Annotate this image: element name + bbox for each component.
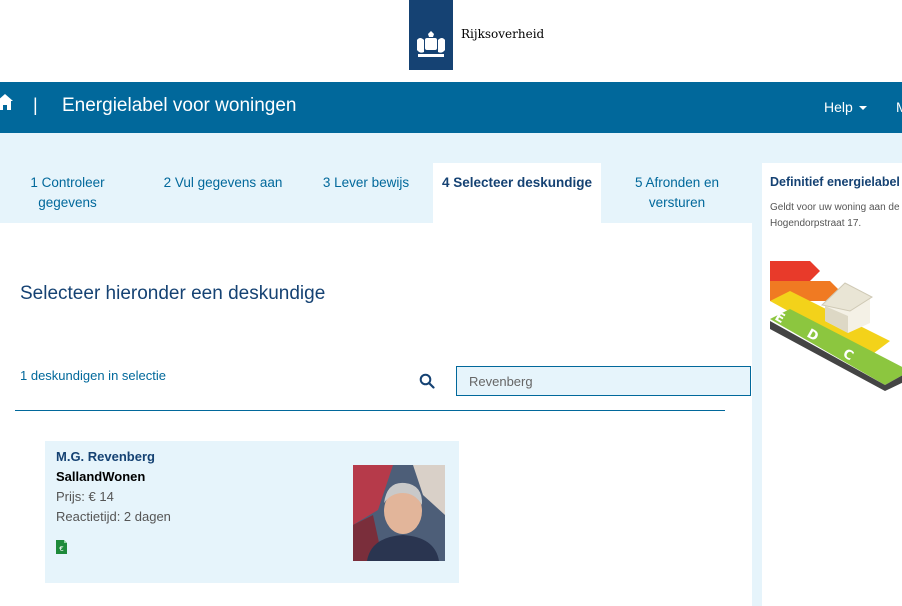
logo-text: Rijksoverheid	[461, 27, 545, 41]
expert-company: SallandWonen	[56, 469, 146, 484]
expert-photo	[353, 465, 445, 561]
search-icon[interactable]	[419, 373, 435, 389]
chevron-down-icon	[858, 106, 867, 111]
expert-price: Prijs: € 14	[56, 489, 114, 504]
result-count: 1 deskundigen in selectie	[20, 368, 166, 383]
coat-of-arms-icon	[417, 31, 445, 57]
divider	[15, 410, 725, 411]
step-selecteer-deskundige[interactable]: 4 Selecteer deskundige	[433, 163, 601, 223]
step-vul-gegevens[interactable]: 2 Vul gegevens aan	[148, 163, 298, 223]
sidebar-text-line-2: Hogendorpstraat 17.	[770, 218, 862, 229]
svg-text:€: €	[59, 545, 63, 553]
top-logo-bar: Rijksoverheid	[0, 0, 902, 82]
step-tabs: 1 Controleer gegevens 2 Vul gegevens aan…	[0, 163, 752, 223]
expert-reaction-time: Reactietijd: 2 dagen	[56, 509, 171, 524]
step-afronden[interactable]: 5 Afronden en versturen	[615, 163, 739, 223]
rijksoverheid-logo[interactable]	[409, 0, 453, 70]
site-header: | Energielabel voor woningen Help M	[0, 82, 902, 133]
header-separator: |	[33, 95, 38, 115]
home-icon[interactable]	[0, 92, 13, 112]
step-lever-bewijs[interactable]: 3 Lever bewijs	[310, 163, 422, 223]
spreadsheet-euro-icon: €	[56, 540, 67, 554]
expert-name: M.G. Revenberg	[56, 449, 155, 464]
page-title: Energielabel voor woningen	[62, 95, 297, 116]
sidebar-text: Geldt voor uw woning aan de Hogendorpstr…	[770, 200, 902, 232]
step-controleer[interactable]: 1 Controleer gegevens	[0, 163, 135, 223]
menu-button[interactable]: M	[896, 99, 902, 115]
search-input[interactable]	[456, 366, 751, 396]
energielabel-illustration: E D C	[770, 261, 902, 391]
expert-card[interactable]: M.G. Revenberg SallandWonen Prijs: € 14 …	[45, 441, 459, 583]
help-label: Help	[824, 99, 853, 115]
section-heading: Selecteer hieronder een deskundige	[20, 283, 326, 304]
sidebar-panel: Definitief energielabel Geldt voor uw wo…	[762, 163, 902, 606]
sidebar-text-line-1: Geldt voor uw woning aan de	[770, 202, 900, 213]
sidebar-title: Definitief energielabel	[770, 175, 900, 189]
help-menu-button[interactable]: Help	[824, 99, 867, 115]
